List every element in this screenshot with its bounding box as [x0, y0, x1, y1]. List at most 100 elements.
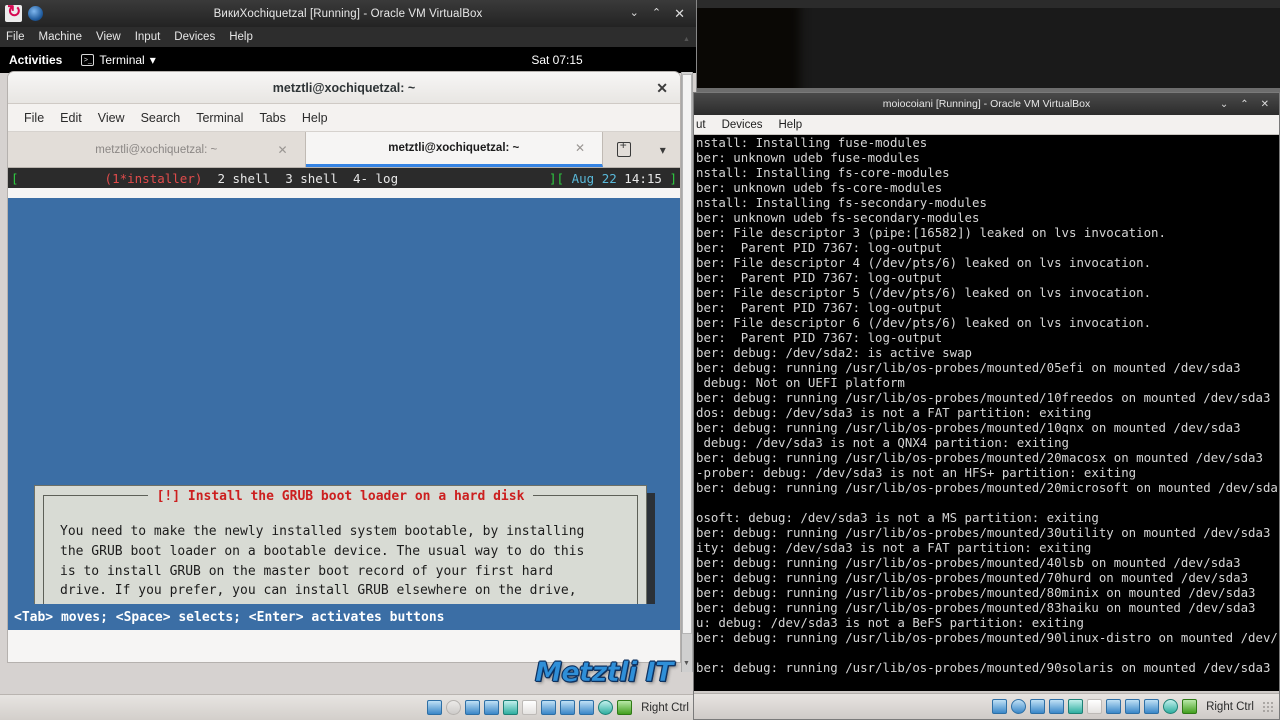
resize-grip-icon[interactable]	[1262, 701, 1273, 712]
tmux-window-1[interactable]: (1*installer)	[105, 171, 203, 186]
console-line: ber: debug: running /usr/lib/os-probes/m…	[696, 630, 1278, 645]
console-line: ber: File descriptor 5 (/dev/pts/6) leak…	[696, 285, 1152, 300]
installer-help-line: <Tab> moves; <Space> selects; <Enter> ac…	[8, 604, 680, 630]
mouse-integration-icon[interactable]	[1163, 699, 1179, 714]
terminal-tab-2[interactable]: metztli@xochiquetzal: ~ ✕	[305, 132, 603, 167]
console-line: ber: Parent PID 7367: log-output	[696, 330, 943, 345]
console-line: ber: debug: running /usr/lib/os-probes/m…	[696, 555, 1241, 570]
terminal-menu-edit[interactable]: Edit	[60, 111, 82, 125]
recording-icon[interactable]	[579, 700, 595, 715]
optical-disc-icon[interactable]	[446, 700, 462, 715]
console-line: ber: unknown udeb fs-core-modules	[696, 180, 943, 195]
tab-list-chevron-down-icon[interactable]: ▾	[660, 143, 666, 157]
audio-icon[interactable]	[1030, 699, 1046, 714]
tmux-window-4[interactable]: 4- log	[353, 171, 398, 186]
shared-clipboard-icon[interactable]	[560, 700, 576, 715]
host-key-icon[interactable]	[1182, 699, 1198, 714]
terminal-menubar: File Edit View Search Terminal Tabs Help	[8, 104, 680, 132]
terminal-menu-file[interactable]: File	[24, 111, 44, 125]
gnome-clock[interactable]: Sat 07:15	[0, 53, 696, 67]
console-line: ber: Parent PID 7367: log-output	[696, 270, 943, 285]
usb-icon[interactable]	[1068, 699, 1084, 714]
tmux-right-brackets: ][	[549, 170, 565, 186]
terminal-menu-terminal[interactable]: Terminal	[196, 111, 243, 125]
menu-help[interactable]: Help	[779, 119, 803, 131]
shared-folder-icon[interactable]	[522, 700, 538, 715]
console-line: ber: debug: running /usr/lib/os-probes/m…	[696, 525, 1271, 540]
minimize-icon[interactable]: ⌄	[1220, 99, 1228, 110]
console-line: osoft: debug: /dev/sda3 is not a MS part…	[696, 510, 1099, 525]
tmux-window-3[interactable]: 3 shell	[285, 171, 338, 186]
console-line: debug: /dev/sda3 is not a QNX4 partition…	[696, 435, 1069, 450]
console-line: ber: debug: running /usr/lib/os-probes/m…	[696, 570, 1249, 585]
console-line: dos: debug: /dev/sda3 is not a FAT parti…	[696, 405, 1092, 420]
terminal-tab-2-close-icon[interactable]: ✕	[575, 141, 585, 155]
new-tab-icon[interactable]	[617, 139, 632, 157]
menu-devices[interactable]: Devices	[722, 119, 763, 131]
display-icon[interactable]	[541, 700, 557, 715]
maximize-icon[interactable]: ⌃	[652, 8, 661, 19]
terminal-menu-search[interactable]: Search	[141, 111, 181, 125]
terminal-menu-view[interactable]: View	[98, 111, 125, 125]
terminal-menu-tabs[interactable]: Tabs	[259, 111, 285, 125]
terminal-titlebar[interactable]: metztli@xochiquetzal: ~ ✕	[8, 72, 680, 104]
maximize-icon[interactable]: ⌃	[1240, 99, 1248, 110]
menu-help[interactable]: Help	[229, 31, 253, 43]
menu-view[interactable]: View	[96, 31, 121, 43]
left-vm-statusbar: Right Ctrl	[0, 694, 697, 720]
terminal-tab-1-close-icon[interactable]: ✕	[277, 143, 287, 157]
console-line: ber: debug: running /usr/lib/os-probes/m…	[696, 480, 1278, 495]
recording-icon[interactable]	[1144, 699, 1160, 714]
tmux-status-bar: [ (1*installer) 2 shell 3 shell 4- log ]…	[8, 168, 680, 188]
minimize-icon[interactable]: ⌄	[630, 8, 639, 19]
mouse-integration-icon[interactable]	[598, 700, 614, 715]
tmux-window-2[interactable]: 2 shell	[217, 171, 270, 186]
console-line: ity: debug: /dev/sda3 is not a FAT parti…	[696, 540, 1092, 555]
right-vm-titlebar[interactable]: moiocoiani [Running] - Oracle VM Virtual…	[694, 93, 1279, 115]
console-line: nstall: Installing fs-secondary-modules	[696, 195, 987, 210]
audio-icon[interactable]	[465, 700, 481, 715]
scroll-down-arrow-icon[interactable]: ▼	[683, 660, 690, 667]
console-line: -prober: debug: /dev/sda3 is not an HFS+…	[696, 465, 1137, 480]
hdd-icon[interactable]	[992, 699, 1008, 714]
menu-input[interactable]: Input	[135, 31, 161, 43]
dialog-title: [!] Install the GRUB boot loader on a ha…	[147, 488, 534, 504]
console-line: ber: Parent PID 7367: log-output	[696, 300, 943, 315]
terminal-vertical-scroll-thumb[interactable]	[682, 74, 692, 634]
close-icon[interactable]: ✕	[674, 7, 685, 20]
close-icon[interactable]: ✕	[1261, 99, 1269, 110]
host-key-icon[interactable]	[617, 700, 633, 715]
network-icon[interactable]	[1049, 699, 1065, 714]
left-vm-titlebar[interactable]: ВикиXochiquetzal [Running] - Oracle VM V…	[0, 0, 696, 27]
display-icon[interactable]	[1106, 699, 1122, 714]
shared-folder-icon[interactable]	[1087, 699, 1103, 714]
terminal-menu-help[interactable]: Help	[302, 111, 328, 125]
tmux-end-bracket: ]	[669, 170, 677, 186]
console-line: ber: debug: /dev/sda2: is active swap	[696, 345, 973, 360]
network-icon[interactable]	[484, 700, 500, 715]
hdd-icon[interactable]	[427, 700, 443, 715]
terminal-close-icon[interactable]: ✕	[656, 80, 668, 97]
right-vm-console: nstall: Installing fuse-modules ber: unkn…	[694, 135, 1279, 691]
tmux-time: 14:15	[624, 170, 662, 186]
console-line: nstall: Installing fuse-modules	[696, 135, 928, 150]
debian-installer-screen: [!] Install the GRUB boot loader on a ha…	[8, 198, 680, 630]
console-line: ber: File descriptor 3 (pipe:[16582]) le…	[696, 225, 1166, 240]
menu-machine[interactable]: Machine	[39, 31, 82, 43]
terminal-tab-1[interactable]: metztli@xochiquetzal: ~ ✕	[8, 132, 306, 167]
metztli-it-watermark: Metztli IT	[535, 657, 674, 689]
terminal-tab-controls: ▾	[603, 132, 680, 167]
scroll-up-arrow-icon[interactable]: ▲	[683, 36, 690, 43]
left-vm-window-controls: ⌄ ⌃ ✕	[630, 7, 696, 20]
menu-input-truncated[interactable]: ut	[696, 119, 706, 131]
menu-file[interactable]: File	[6, 31, 25, 43]
optical-disc-icon[interactable]	[1011, 699, 1027, 714]
menu-devices[interactable]: Devices	[174, 31, 215, 43]
terminal-tab-2-label: metztli@xochiquetzal: ~	[388, 142, 520, 154]
usb-icon[interactable]	[503, 700, 519, 715]
dialog-title-wrap: [!] Install the GRUB boot loader on a ha…	[44, 487, 637, 505]
host-key-label: Right Ctrl	[641, 701, 689, 714]
shared-clipboard-icon[interactable]	[1125, 699, 1141, 714]
